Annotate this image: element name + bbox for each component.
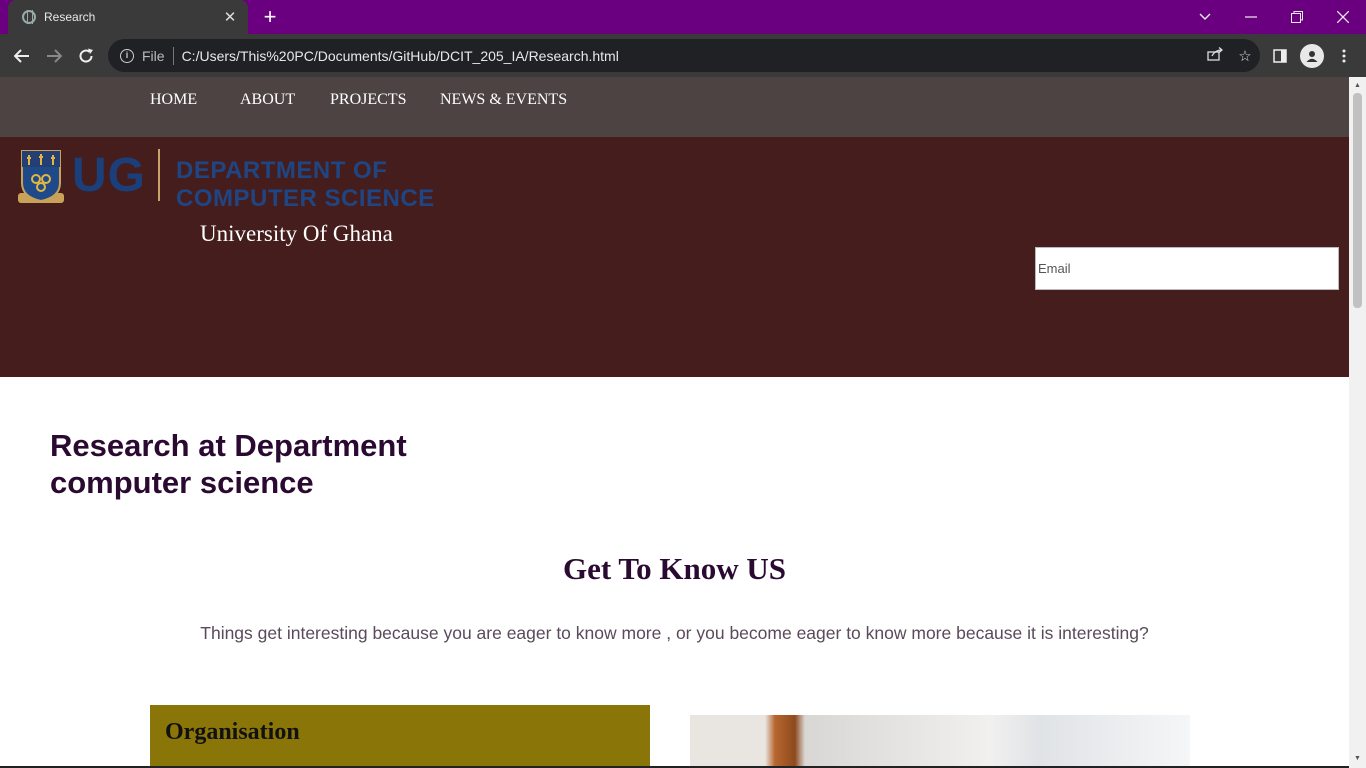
page-title-line1: Research at Department bbox=[50, 428, 407, 463]
star-icon[interactable]: ☆ bbox=[1230, 47, 1260, 65]
ug-logo: UG DEPARTMENT OF COMPUTER SCIENCE bbox=[16, 147, 446, 212]
scroll-up-icon[interactable]: ▲ bbox=[1349, 79, 1366, 93]
nav-news-events[interactable]: NEWS & EVENTS bbox=[440, 91, 567, 109]
page-scrollbar[interactable]: ▲ ▼ bbox=[1349, 77, 1366, 768]
browser-tab-bar: Research ✕ + bbox=[0, 0, 1366, 34]
logo-divider bbox=[158, 149, 160, 201]
page-title-line2: computer science bbox=[50, 465, 314, 500]
browser-tab[interactable]: Research ✕ bbox=[8, 0, 248, 34]
research-photo bbox=[690, 715, 1190, 768]
url-text[interactable]: C:/Users/This%20PC/Documents/GitHub/DCIT… bbox=[182, 48, 1200, 64]
logo-dept-line2: COMPUTER SCIENCE bbox=[176, 185, 435, 212]
new-tab-button[interactable]: + bbox=[258, 5, 282, 29]
restore-icon[interactable] bbox=[1274, 0, 1320, 34]
scrollbar-thumb[interactable] bbox=[1353, 93, 1362, 308]
profile-icon[interactable] bbox=[1300, 44, 1324, 68]
address-separator bbox=[172, 46, 174, 65]
browser-toolbar: i File C:/Users/This%20PC/Documents/GitH… bbox=[0, 34, 1366, 77]
tab-close-button[interactable]: ✕ bbox=[220, 8, 240, 26]
university-name: University Of Ghana bbox=[200, 221, 393, 246]
nav-home[interactable]: HOME bbox=[150, 91, 197, 109]
info-icon[interactable]: i bbox=[120, 48, 134, 63]
file-label: File bbox=[142, 47, 165, 64]
kebab-menu-icon[interactable] bbox=[1332, 44, 1356, 68]
tab-title: Research bbox=[44, 10, 96, 24]
reload-icon[interactable] bbox=[72, 42, 100, 70]
page-title: Research at Department computer science bbox=[50, 427, 470, 501]
address-bar[interactable]: i File C:/Users/This%20PC/Documents/GitH… bbox=[108, 39, 1260, 72]
logo-ug-text: UG bbox=[72, 149, 146, 202]
nav-projects[interactable]: PROJECTS bbox=[330, 91, 406, 109]
side-panel-icon[interactable] bbox=[1268, 44, 1292, 68]
minimize-icon[interactable] bbox=[1228, 0, 1274, 34]
back-arrow-icon[interactable] bbox=[8, 42, 36, 70]
nav-about[interactable]: ABOUT bbox=[240, 91, 295, 109]
hero-header: UG DEPARTMENT OF COMPUTER SCIENCE Univer… bbox=[0, 137, 1349, 377]
site-nav: HOME ABOUT PROJECTS NEWS & EVENTS bbox=[0, 77, 1349, 137]
logo-department-text: DEPARTMENT OF COMPUTER SCIENCE bbox=[176, 157, 435, 213]
organisation-card-title: Organisation bbox=[165, 719, 300, 745]
globe-icon bbox=[22, 10, 36, 24]
section-text: Things get interesting because you are e… bbox=[200, 623, 1149, 643]
tab-search-icon[interactable] bbox=[1182, 0, 1228, 34]
page-viewport: HOME ABOUT PROJECTS NEWS & EVENTS UG DEP… bbox=[0, 77, 1349, 768]
share-icon[interactable] bbox=[1200, 46, 1230, 65]
scroll-down-icon[interactable]: ▼ bbox=[1349, 752, 1366, 766]
logo-dept-line1: DEPARTMENT OF bbox=[176, 157, 388, 184]
section-title: Get To Know US bbox=[562, 551, 787, 586]
organisation-card: Organisation bbox=[150, 705, 650, 768]
email-input[interactable] bbox=[1035, 247, 1339, 290]
crest-icon bbox=[18, 150, 64, 203]
forward-arrow-icon[interactable] bbox=[40, 42, 68, 70]
close-window-icon[interactable] bbox=[1320, 0, 1366, 34]
